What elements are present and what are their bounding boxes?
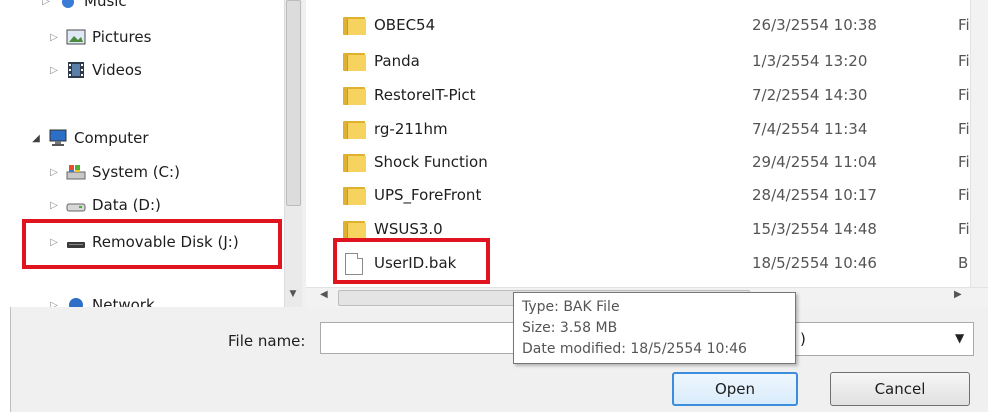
file-name: Panda [374, 51, 420, 70]
file-row[interactable]: UPS_ForeFront 28/4/2554 10:17 Fi [306, 178, 976, 211]
file-type: Fi [958, 15, 970, 34]
folder-icon [343, 119, 366, 139]
file-type: Fi [958, 51, 970, 70]
music-icon [58, 0, 78, 10]
file-name: Shock Function [374, 152, 488, 171]
file-type: Fi [958, 152, 970, 171]
file-name: UPS_ForeFront [374, 185, 482, 204]
system-drive-icon [66, 163, 86, 181]
file-date: 1/3/2554 13:20 [752, 51, 868, 70]
cancel-button[interactable]: Cancel [830, 372, 970, 406]
nav-item-label: Network [92, 296, 155, 307]
videos-icon [66, 61, 86, 79]
file-row[interactable]: Panda 1/3/2554 13:20 Fi [306, 44, 976, 77]
folder-icon [343, 15, 366, 35]
file-date: 7/2/2554 14:30 [752, 85, 868, 104]
file-row[interactable]: RestoreIT-Pict 7/2/2554 14:30 Fi [306, 78, 976, 111]
file-info-tooltip: Type: BAK File Size: 3.58 MB Date modifi… [513, 292, 796, 364]
folder-icon [343, 85, 366, 105]
tooltip-size: Size: 3.58 MB [522, 320, 618, 336]
nav-item-data-drive[interactable]: ▷ Data (D:) [48, 192, 161, 218]
nav-scrollbar-thumb[interactable] [286, 0, 301, 206]
chevron-down-icon[interactable]: ▼ [955, 331, 964, 345]
file-type: Fi [958, 119, 970, 138]
network-icon [66, 296, 86, 307]
folder-icon [343, 219, 366, 239]
expand-icon[interactable]: ▷ [48, 200, 60, 211]
file-date: 18/5/2554 10:46 [752, 253, 877, 272]
file-row[interactable]: rg-211hm 7/4/2554 11:34 Fi [306, 112, 976, 145]
file-type-value: ) [800, 330, 806, 348]
highlight-box-userid-file [333, 238, 490, 284]
open-button[interactable]: Open [672, 372, 798, 406]
nav-item-label: Videos [92, 61, 142, 79]
scroll-left-arrow-icon[interactable]: ◀ [320, 289, 328, 300]
file-list-vertical-scrollbar[interactable] [970, 0, 988, 287]
file-date: 7/4/2554 11:34 [752, 119, 868, 138]
file-name: WSUS3.0 [374, 219, 443, 238]
expand-icon[interactable]: ▷ [48, 32, 60, 43]
expand-icon[interactable]: ▷ [48, 167, 60, 178]
pictures-icon [66, 28, 86, 46]
file-type: Fi [958, 219, 970, 238]
scroll-right-arrow-icon[interactable]: ▶ [954, 289, 962, 300]
file-name: rg-211hm [374, 119, 448, 138]
computer-icon [48, 129, 68, 147]
folder-icon [343, 152, 366, 172]
nav-item-label: Music [84, 0, 127, 10]
file-name-input[interactable] [320, 322, 514, 354]
file-row[interactable]: Shock Function 29/4/2554 11:04 Fi [306, 145, 976, 178]
file-date: 29/4/2554 11:04 [752, 152, 877, 171]
file-type: Fi [958, 85, 970, 104]
file-type: Fi [958, 185, 970, 204]
expand-icon[interactable]: ▷ [40, 0, 52, 7]
nav-item-videos[interactable]: ▷ Videos [48, 57, 142, 83]
file-name: OBEC54 [374, 15, 436, 34]
file-date: 15/3/2554 14:48 [752, 219, 877, 238]
nav-item-label: Computer [74, 129, 149, 147]
nav-item-music[interactable]: ▷ Music [40, 0, 127, 14]
tooltip-type: Type: BAK File [522, 299, 620, 315]
nav-item-pictures[interactable]: ▷ Pictures [48, 24, 151, 50]
file-date: 28/4/2554 10:17 [752, 185, 877, 204]
file-row[interactable]: OBEC54 26/3/2554 10:38 Fi [306, 8, 976, 41]
nav-item-network[interactable]: ▷ Network [48, 292, 155, 307]
highlight-box-removable-disk [22, 219, 282, 269]
file-date: 26/3/2554 10:38 [752, 15, 877, 34]
nav-item-label: System (C:) [92, 163, 180, 181]
nav-item-computer[interactable]: ◢ Computer [30, 125, 149, 151]
folder-icon [343, 185, 366, 205]
nav-item-label: Pictures [92, 28, 152, 46]
collapse-icon[interactable]: ◢ [30, 133, 42, 144]
nav-item-system-drive[interactable]: ▷ System (C:) [48, 159, 180, 185]
tooltip-modified: Date modified: 18/5/2554 10:46 [522, 341, 747, 357]
expand-icon[interactable]: ▷ [48, 300, 60, 308]
scroll-down-arrow-icon[interactable]: ▼ [287, 287, 299, 301]
folder-icon [343, 51, 366, 71]
drive-icon [66, 196, 86, 214]
file-type: B [958, 253, 969, 272]
nav-item-label: Data (D:) [92, 196, 161, 214]
file-type-dropdown[interactable] [790, 322, 974, 356]
file-name-label: File name: [228, 332, 306, 350]
expand-icon[interactable]: ▷ [48, 65, 60, 76]
file-name: RestoreIT-Pict [374, 85, 476, 104]
